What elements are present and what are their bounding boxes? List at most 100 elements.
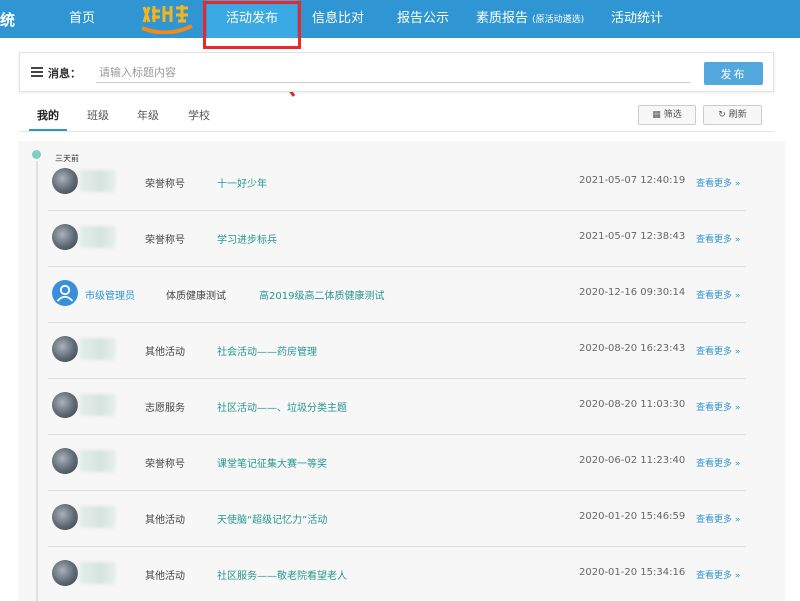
- view-more-link[interactable]: 查看更多 »: [696, 400, 740, 413]
- refresh-button-label: 刷新: [728, 110, 747, 120]
- publish-button[interactable]: 发布: [704, 62, 763, 85]
- annotation-highlight-box: [203, 1, 301, 49]
- tabs-divider: [20, 131, 774, 132]
- grid-icon: ▦: [652, 110, 661, 120]
- author-name-blurred: [79, 226, 116, 248]
- avatar[interactable]: [52, 504, 78, 530]
- view-more-label: 查看更多: [696, 571, 733, 581]
- activity-timestamp: 2020-08-20 11:03:30: [579, 399, 686, 410]
- author-name-blurred: [79, 170, 116, 192]
- message-label: 消息：: [48, 67, 81, 80]
- refresh-icon: ↻: [718, 110, 726, 120]
- view-more-link[interactable]: 查看更多 »: [696, 568, 740, 581]
- activity-timestamp: 2020-06-02 11:23:40: [579, 455, 686, 466]
- feed-row: 其他活动 社区服务——敬老院看望老人 2020-01-20 15:34:16 查…: [48, 547, 746, 601]
- activity-timestamp: 2021-05-07 12:40:19: [579, 175, 686, 186]
- view-more-label: 查看更多: [696, 347, 733, 357]
- activity-category: 其他活动: [145, 347, 185, 358]
- activity-title[interactable]: 社区服务——敬老院看望老人: [217, 567, 347, 582]
- avatar[interactable]: [52, 560, 78, 586]
- author-name-blurred: [79, 506, 116, 528]
- activity-timestamp: 2020-08-20 16:23:43: [579, 343, 686, 354]
- activity-title[interactable]: 课堂笔记征集大赛一等奖: [217, 455, 327, 470]
- activity-title[interactable]: 十一好少年: [217, 175, 267, 190]
- view-more-link[interactable]: 查看更多 »: [696, 176, 740, 189]
- nav-quality-report[interactable]: 素质报告 (原活动遴选): [476, 0, 584, 38]
- author-name-blurred: [79, 338, 116, 360]
- nav-quality-report-sub: (原活动遴选): [532, 15, 585, 25]
- double-chevron-right-icon: »: [734, 403, 741, 413]
- nav-info-compare[interactable]: 信息比对: [312, 0, 364, 38]
- view-more-link[interactable]: 查看更多 »: [696, 232, 740, 245]
- activity-title[interactable]: 社会活动——药房管理: [217, 343, 317, 358]
- app-brand-fragment: 统: [0, 11, 16, 29]
- activity-title[interactable]: 高2019级高二体质健康测试: [259, 287, 384, 302]
- view-more-link[interactable]: 查看更多 »: [696, 288, 740, 301]
- activity-category: 其他活动: [145, 571, 185, 582]
- activity-category: 其他活动: [145, 515, 185, 526]
- view-more-label: 查看更多: [696, 459, 733, 469]
- activity-timestamp: 2020-01-20 15:34:16: [579, 567, 686, 578]
- avatar[interactable]: [52, 392, 78, 418]
- list-icon: [31, 67, 43, 77]
- view-more-label: 查看更多: [696, 179, 733, 189]
- view-more-link[interactable]: 查看更多 »: [696, 456, 740, 469]
- feed-row: 志愿服务 社区活动——、垃圾分类主题 2020-08-20 11:03:30 查…: [48, 379, 746, 435]
- activity-timestamp: 2020-12-16 09:30:14: [579, 287, 686, 298]
- season-logo-icon: [141, 5, 193, 34]
- filter-button[interactable]: ▦ 筛选: [638, 105, 696, 125]
- tab-mine[interactable]: 我的: [37, 107, 59, 123]
- nav-quality-report-label: 素质报告: [476, 11, 529, 26]
- author-name-blurred: [79, 450, 116, 472]
- feed-row: 荣誉称号 课堂笔记征集大赛一等奖 2020-06-02 11:23:40 查看更…: [48, 435, 746, 491]
- view-more-label: 查看更多: [696, 235, 733, 245]
- activity-title[interactable]: 学习进步标兵: [217, 231, 277, 246]
- timeline-dot: [32, 150, 41, 159]
- author-name-blurred: [79, 562, 116, 584]
- view-more-label: 查看更多: [696, 403, 733, 413]
- view-more-link[interactable]: 查看更多 »: [696, 512, 740, 525]
- view-more-label: 查看更多: [696, 291, 733, 301]
- feed-row: 荣誉称号 十一好少年 2021-05-07 12:40:19 查看更多 »: [48, 155, 746, 211]
- feed-row: 荣誉称号 学习进步标兵 2021-05-07 12:38:43 查看更多 »: [48, 211, 746, 267]
- user-icon: [56, 284, 74, 302]
- feed-row: 市级管理员 体质健康测试 高2019级高二体质健康测试 2020-12-16 0…: [48, 267, 746, 323]
- message-composer: 消息： 发布: [19, 52, 774, 92]
- double-chevron-right-icon: »: [734, 459, 741, 469]
- double-chevron-right-icon: »: [734, 179, 741, 189]
- admin-avatar[interactable]: [52, 280, 78, 306]
- avatar[interactable]: [52, 448, 78, 474]
- tab-grade[interactable]: 年级: [137, 107, 159, 123]
- top-nav-bar: 统 首页 活动发布 信息比对 报告公示 素质报告 (原活动遴选) 活动统计: [0, 0, 800, 38]
- feed-row: 其他活动 社会活动——药房管理 2020-08-20 16:23:43 查看更多…: [48, 323, 746, 379]
- refresh-button[interactable]: ↻ 刷新: [703, 105, 762, 125]
- filter-button-label: 筛选: [663, 110, 682, 120]
- view-more-link[interactable]: 查看更多 »: [696, 344, 740, 357]
- nav-home[interactable]: 首页: [69, 0, 95, 38]
- tab-school[interactable]: 学校: [188, 107, 210, 123]
- feed-row: 其他活动 天使脑“超级记忆力”活动 2020-01-20 15:46:59 查看…: [48, 491, 746, 547]
- avatar[interactable]: [52, 168, 78, 194]
- timeline-line: [36, 161, 38, 601]
- author-name-blurred: [79, 394, 116, 416]
- tab-class[interactable]: 班级: [87, 107, 109, 123]
- activity-timestamp: 2021-05-07 12:38:43: [579, 231, 686, 242]
- activity-category: 荣誉称号: [145, 459, 185, 470]
- activity-timestamp: 2020-01-20 15:46:59: [579, 511, 686, 522]
- activity-title[interactable]: 天使脑“超级记忆力”活动: [217, 511, 327, 526]
- activity-category: 体质健康测试: [166, 291, 226, 302]
- nav-activity-stats[interactable]: 活动统计: [611, 0, 663, 38]
- activity-category: 荣誉称号: [145, 179, 185, 190]
- message-title-input[interactable]: [96, 63, 690, 83]
- nav-report-public[interactable]: 报告公示: [397, 0, 449, 38]
- double-chevron-right-icon: »: [734, 515, 741, 525]
- activity-category: 志愿服务: [145, 403, 185, 414]
- avatar[interactable]: [52, 224, 78, 250]
- view-more-label: 查看更多: [696, 515, 733, 525]
- avatar[interactable]: [52, 336, 78, 362]
- double-chevron-right-icon: »: [734, 347, 741, 357]
- activity-category: 荣誉称号: [145, 235, 185, 246]
- activity-title[interactable]: 社区活动——、垃圾分类主题: [217, 399, 347, 414]
- author-name[interactable]: 市级管理员: [85, 287, 135, 302]
- double-chevron-right-icon: »: [734, 291, 741, 301]
